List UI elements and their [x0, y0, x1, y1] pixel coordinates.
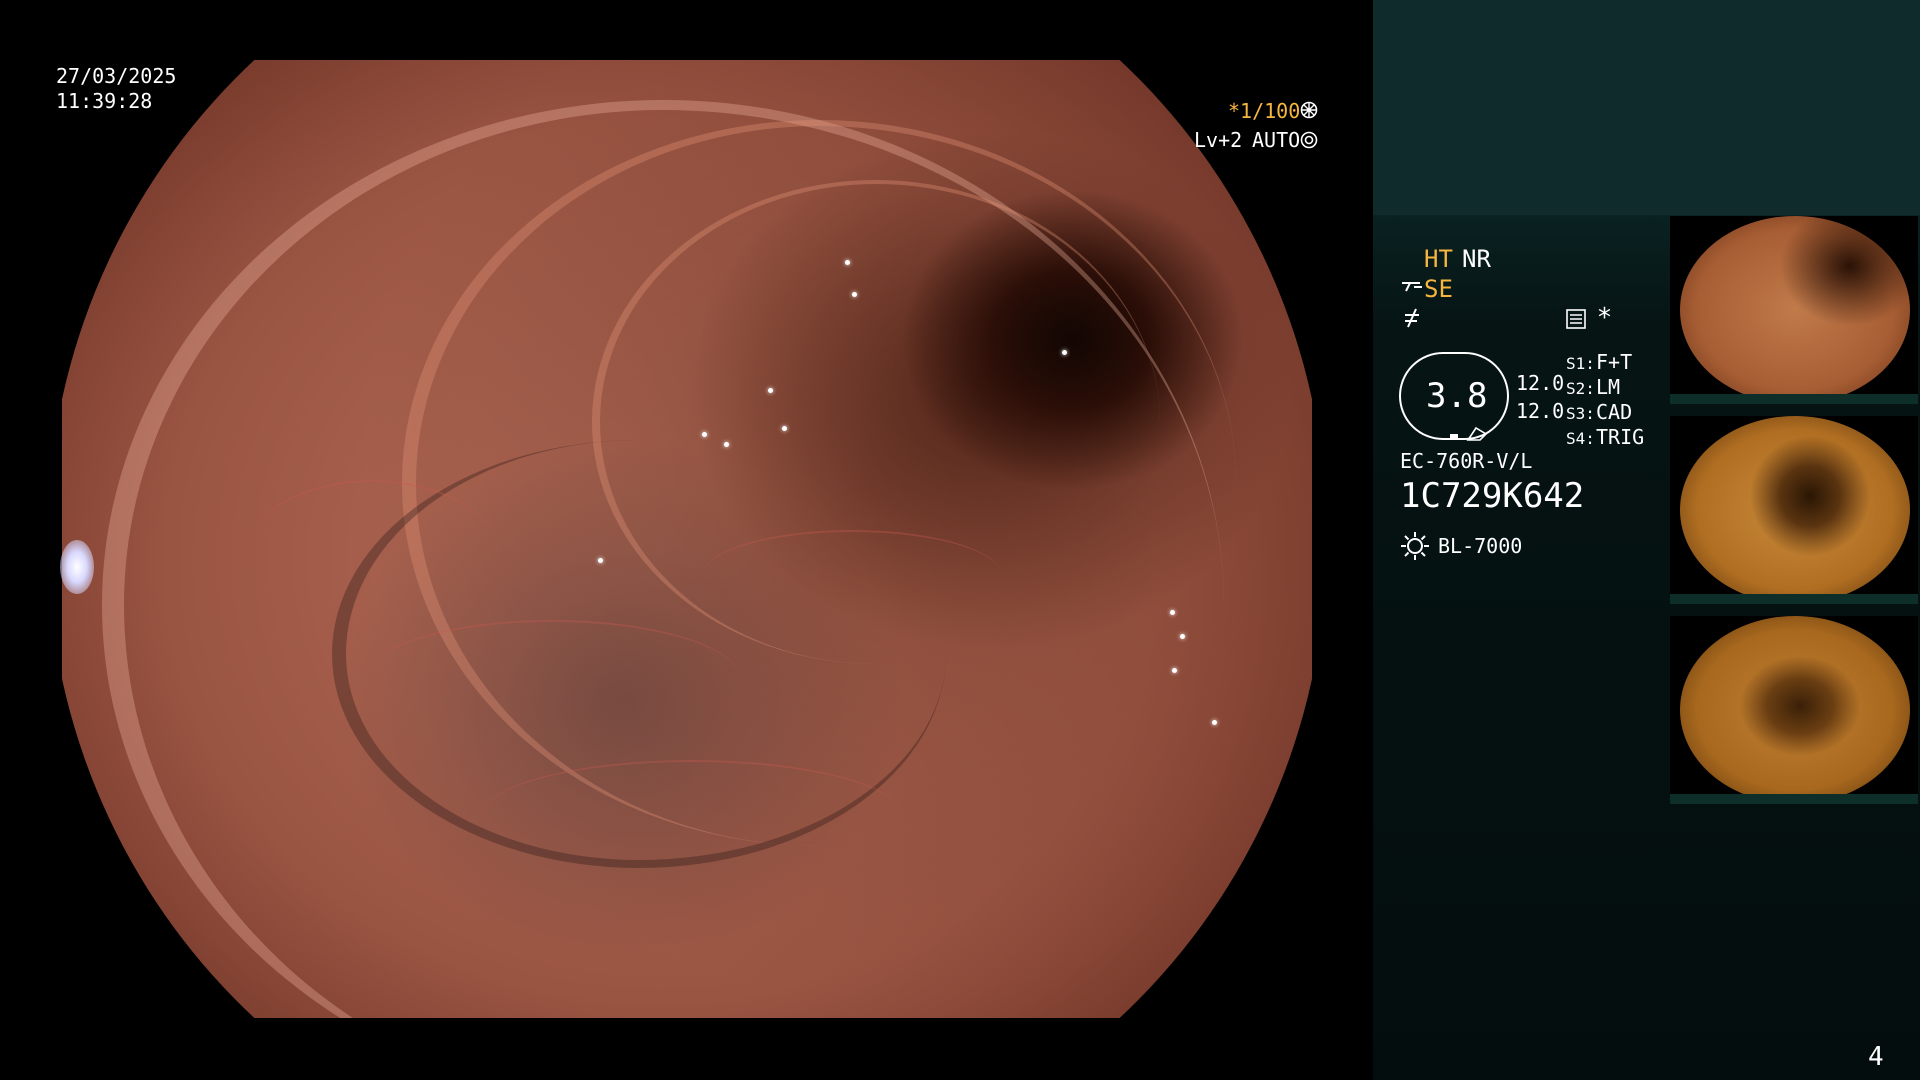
auto-mode-readout: AUTO [1252, 128, 1301, 152]
thumbnail-image [1680, 616, 1910, 804]
specular-highlight [1170, 610, 1175, 615]
s1-label: S1: [1566, 354, 1595, 373]
zoom-level-icon [1450, 426, 1490, 442]
s3-label: S3: [1566, 404, 1595, 423]
nr-indicator: NR [1462, 245, 1491, 273]
thumbnail-capture-3[interactable] [1670, 616, 1918, 804]
s4-value: TRIG [1596, 425, 1645, 449]
s3-value: CAD [1596, 400, 1633, 424]
thumbnail-image [1680, 416, 1910, 604]
light-reflection [60, 540, 94, 594]
thumbnail-capture-2[interactable] [1670, 416, 1918, 604]
light-source-icon [1400, 531, 1430, 561]
structure-enhance-icon [1400, 277, 1424, 299]
specular-highlight [1212, 720, 1217, 725]
shutter-icon [1300, 101, 1318, 119]
settings-list-icon [1566, 309, 1586, 329]
light-source-label: BL-7000 [1438, 534, 1523, 558]
specular-highlight [702, 432, 707, 437]
page-number: 4 [1868, 1042, 1884, 1072]
date-label: 27/03/2025 [56, 64, 177, 88]
scope-serial: 1C729K642 [1400, 476, 1585, 516]
endoscope-main-view [62, 60, 1312, 1018]
auto-iris-icon [1300, 131, 1318, 149]
thumbnail-status-bar [1670, 794, 1918, 804]
specular-highlight [768, 388, 773, 393]
specular-highlight [782, 426, 787, 431]
blood-vessel [362, 620, 742, 742]
specular-highlight [852, 292, 857, 297]
edge-enhance-icon [1402, 307, 1422, 329]
s2-label: S2: [1566, 379, 1595, 398]
specular-highlight [1062, 350, 1067, 355]
s4-label: S4: [1566, 429, 1595, 448]
specular-highlight [1180, 634, 1185, 639]
time-label: 11:39:28 [56, 89, 153, 113]
thumbnail-image [1680, 216, 1910, 404]
scope-model: EC-760R-V/L [1400, 449, 1533, 473]
specular-highlight [724, 442, 729, 447]
setting-value-2: 12.0 [1516, 399, 1565, 423]
thumbnail-status-bar [1670, 594, 1918, 604]
specular-highlight [598, 558, 603, 563]
asterisk-icon: * [1598, 303, 1611, 333]
se-indicator: SE [1424, 275, 1453, 303]
blood-vessel [482, 760, 902, 872]
blood-vessel [702, 530, 1002, 622]
specular-highlight [1172, 668, 1177, 673]
side-panel-header [1373, 0, 1920, 215]
setting-value-1: 12.0 [1516, 371, 1565, 395]
s2-value: LM [1596, 375, 1621, 399]
ht-indicator: HT [1424, 245, 1453, 273]
blood-vessel [242, 480, 502, 642]
s1-value: F+T [1596, 350, 1633, 374]
thumbnail-status-bar [1670, 394, 1918, 404]
thumbnail-capture-1[interactable] [1670, 216, 1918, 404]
shutter-readout: *1/100 [1228, 99, 1301, 123]
zoom-value: 3.8 [1426, 376, 1488, 416]
specular-highlight [845, 260, 850, 265]
level-readout: Lv+2 [1194, 128, 1243, 152]
